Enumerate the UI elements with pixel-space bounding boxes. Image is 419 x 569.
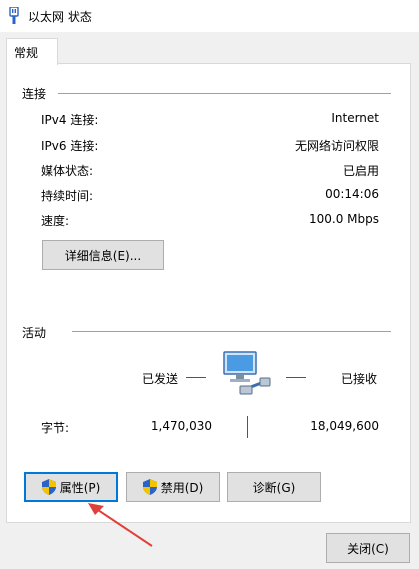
bytes-sent-value: 1,470,030 bbox=[150, 419, 212, 433]
speed-label: 速度: bbox=[41, 214, 70, 228]
ipv4-label: IPv4 连接: bbox=[41, 113, 99, 127]
bytes-label: 字节: bbox=[41, 421, 70, 435]
uac-shield-icon bbox=[142, 479, 157, 495]
general-panel bbox=[6, 63, 411, 523]
bytes-separator bbox=[247, 416, 248, 438]
ipv6-value: 无网络访问权限 bbox=[294, 139, 379, 153]
sent-dash bbox=[186, 377, 206, 378]
activity-header: 活动 bbox=[22, 326, 47, 340]
media-state-value: 已启用 bbox=[342, 164, 379, 178]
duration-label: 持续时间: bbox=[41, 189, 94, 203]
ipv6-label: IPv6 连接: bbox=[41, 139, 99, 153]
network-adapter-icon bbox=[9, 7, 19, 24]
activity-divider bbox=[72, 331, 391, 332]
close-button[interactable]: 关闭(C) bbox=[326, 533, 410, 563]
annotation-arrow bbox=[88, 503, 153, 547]
network-computer-icon bbox=[223, 351, 271, 395]
connection-divider bbox=[58, 93, 391, 94]
properties-button-label: 属性(P) bbox=[59, 480, 101, 495]
details-button[interactable]: 详细信息(E)... bbox=[42, 240, 164, 270]
diagnose-button[interactable]: 诊断(G) bbox=[227, 472, 321, 502]
sent-label: 已发送 bbox=[142, 372, 179, 386]
received-dash bbox=[286, 377, 306, 378]
speed-value: 100.0 Mbps bbox=[308, 212, 379, 226]
duration-value: 00:14:06 bbox=[325, 187, 379, 201]
disable-button-label: 禁用(D) bbox=[160, 480, 204, 495]
uac-shield-icon bbox=[41, 479, 56, 495]
bytes-received-value: 18,049,600 bbox=[310, 419, 379, 433]
window-title: 以太网 状态 bbox=[28, 10, 92, 24]
tab-general[interactable]: 常规 bbox=[6, 38, 58, 65]
connection-header: 连接 bbox=[22, 87, 47, 101]
ethernet-status-window: 以太网 状态 常规 连接 IPv4 连接: Internet IPv6 连接: … bbox=[0, 0, 419, 569]
media-state-label: 媒体状态: bbox=[41, 164, 94, 178]
ipv4-value: Internet bbox=[331, 111, 379, 125]
received-label: 已接收 bbox=[341, 372, 378, 386]
title-bar[interactable]: 以太网 状态 bbox=[0, 0, 419, 32]
